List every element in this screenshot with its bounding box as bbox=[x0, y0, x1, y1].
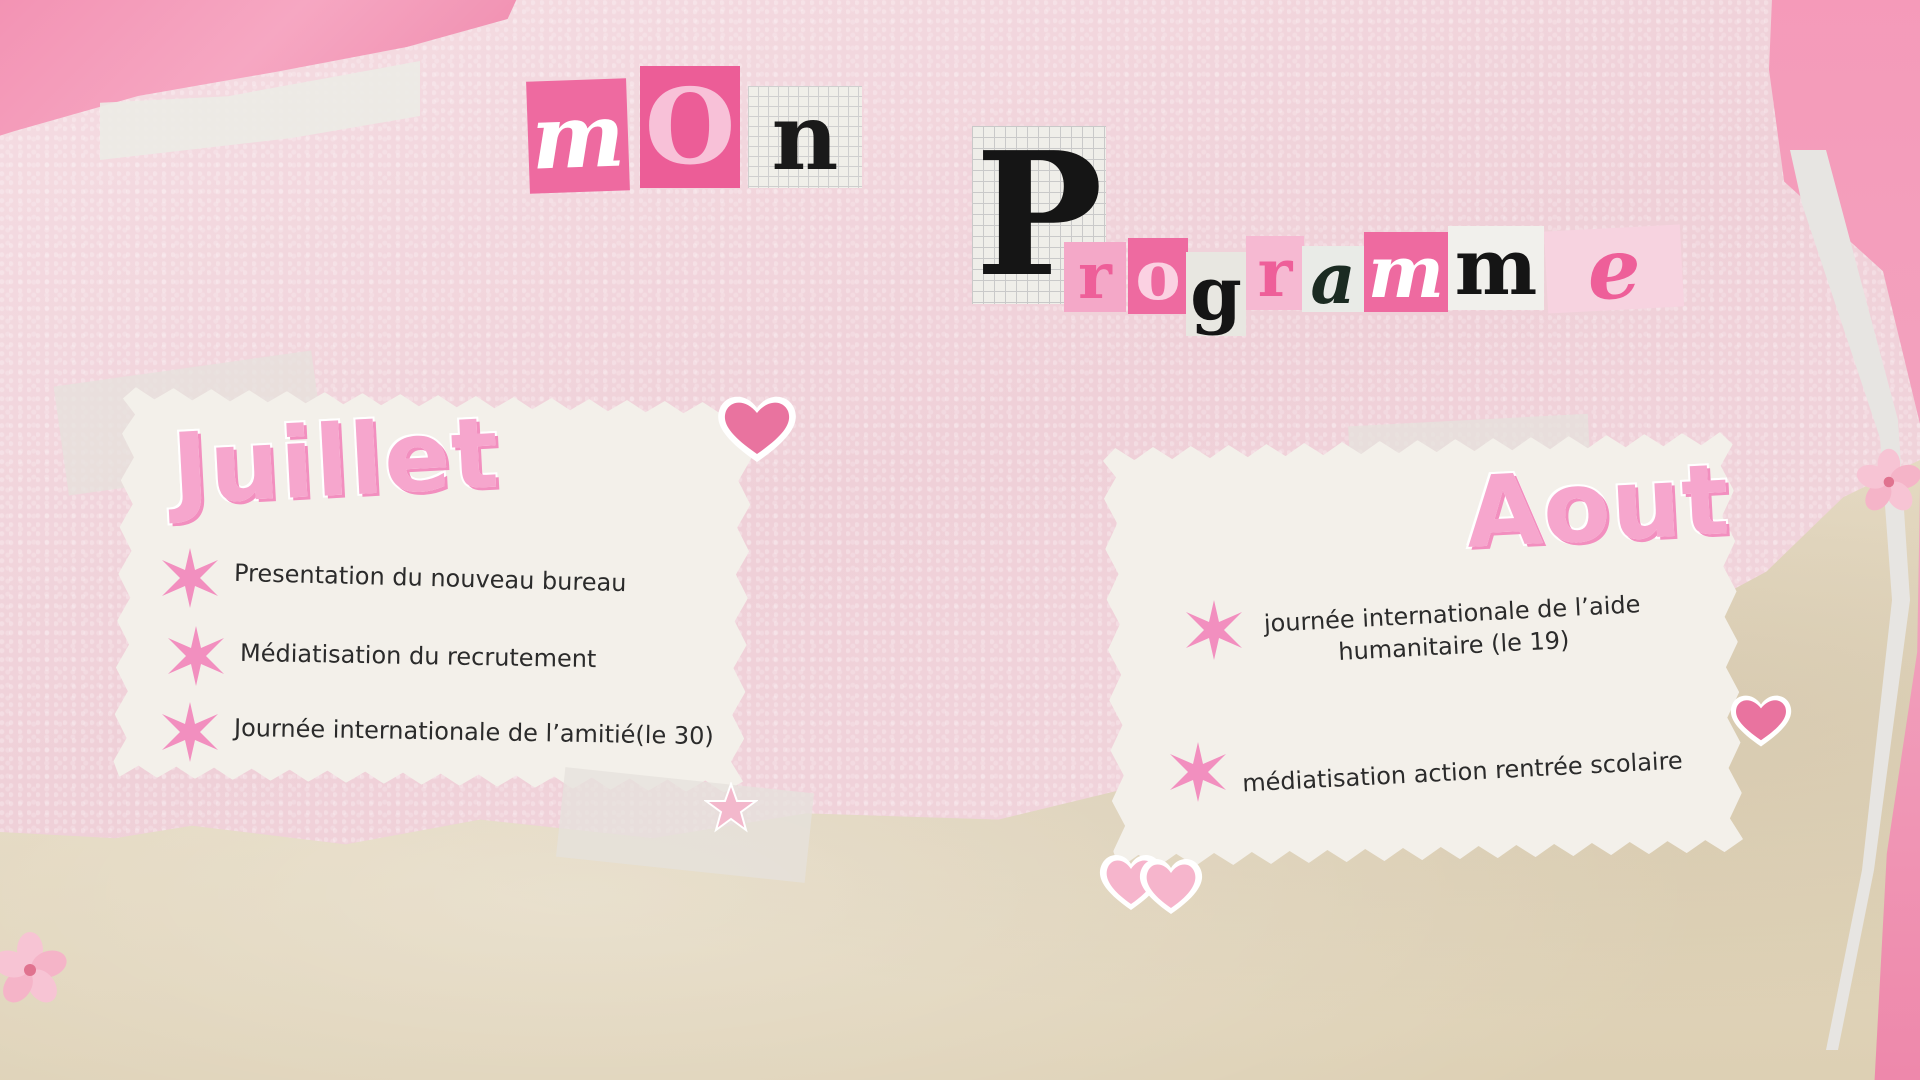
title-letter: e bbox=[1543, 218, 1685, 319]
star-burst-icon bbox=[1186, 600, 1242, 661]
title-letter: m bbox=[1448, 226, 1544, 310]
list-item-text: journée internationale de l’aide humanit… bbox=[1263, 590, 1642, 667]
list-item-text: Presentation du nouveau bureau bbox=[233, 558, 627, 597]
slide: m O n P r o g r a m m e Juillet Presenta… bbox=[0, 0, 1920, 1080]
star-burst-icon bbox=[162, 548, 218, 608]
list-item: Médiatisation du recrutement bbox=[166, 626, 597, 686]
title-letter: g bbox=[1186, 252, 1246, 336]
title-letter: m bbox=[1364, 232, 1448, 312]
list-item: Journée internationale de l’amitié(le 30… bbox=[160, 702, 714, 762]
title-letter: a bbox=[1302, 244, 1364, 314]
star-burst-icon bbox=[1170, 742, 1226, 802]
title-letter: O bbox=[640, 66, 740, 188]
month-title-juillet: Juillet bbox=[167, 395, 504, 530]
flower-icon bbox=[1856, 448, 1920, 511]
list-item: Presentation du nouveau bureau bbox=[160, 548, 627, 608]
flower-icon bbox=[0, 932, 67, 1003]
list-item: journée internationale de l’aide humanit… bbox=[1184, 590, 1648, 666]
star-icon bbox=[704, 782, 758, 833]
heart-icon bbox=[718, 396, 796, 462]
star-burst-icon bbox=[168, 626, 224, 686]
double-heart-icon bbox=[1099, 855, 1203, 914]
heart-icon bbox=[1730, 695, 1792, 747]
list-item: médiatisation action rentrée scolaire bbox=[1168, 742, 1683, 802]
list-item-text: Médiatisation du recrutement bbox=[239, 638, 597, 673]
star-burst-icon bbox=[162, 702, 218, 762]
title-letter: r bbox=[1064, 242, 1126, 312]
list-item-text: médiatisation action rentrée scolaire bbox=[1241, 746, 1684, 798]
month-title-aout: Aout bbox=[1461, 441, 1734, 573]
list-item-text: Journée internationale de l’amitié(le 30… bbox=[233, 713, 715, 750]
title-letter: r bbox=[1246, 236, 1304, 310]
title-letter: m bbox=[526, 78, 630, 194]
title-letter: n bbox=[748, 86, 862, 188]
title-letter: o bbox=[1128, 238, 1188, 314]
